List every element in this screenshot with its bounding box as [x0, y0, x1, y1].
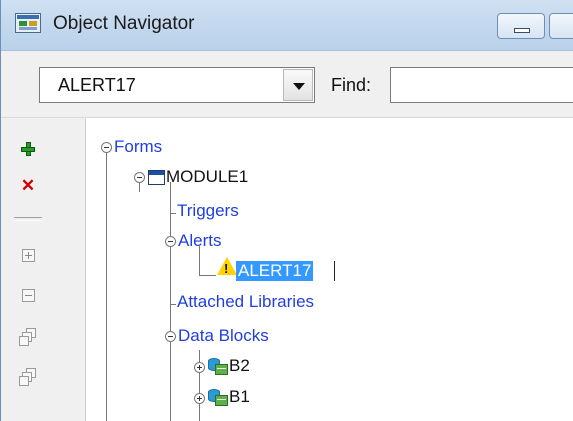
delete-button[interactable]: ✕	[15, 172, 41, 198]
collapse-toggle-icon[interactable]	[165, 236, 176, 247]
tree-node-alert17[interactable]: ALERT17	[236, 261, 314, 281]
collapse-button[interactable]	[15, 282, 41, 308]
collapse-all-icon	[19, 368, 37, 386]
maximize-button[interactable]	[549, 13, 573, 39]
tree-node-module1[interactable]: MODULE1	[166, 167, 248, 187]
collapse-toggle-icon[interactable]	[101, 142, 112, 153]
plus-icon	[21, 142, 35, 156]
tree-node-attached-libraries[interactable]: Attached Libraries	[177, 292, 314, 312]
object-navigator-app-icon	[15, 13, 41, 33]
expand-button[interactable]	[15, 242, 41, 268]
minimize-icon	[514, 28, 530, 33]
combo-dropdown-button[interactable]	[283, 69, 313, 101]
collapse-all-button[interactable]	[15, 364, 41, 390]
navigator-toolbar: ALERT17 Find:	[1, 51, 573, 118]
title-bar[interactable]: Object Navigator	[1, 0, 573, 51]
tree-node-alerts[interactable]: Alerts	[178, 231, 221, 251]
object-tree[interactable]: Forms MODULE1 Triggers Alerts ! ALERT17 …	[86, 118, 573, 421]
expand-all-icon	[19, 328, 37, 346]
collapse-toggle-icon[interactable]	[165, 331, 176, 342]
tree-connector	[199, 350, 200, 421]
tree-connector	[170, 304, 176, 305]
tree-connector	[199, 275, 216, 276]
text-caret	[334, 261, 335, 281]
navigator-button-bar: ✕	[1, 118, 86, 421]
dropdown-arrow-icon	[293, 83, 305, 90]
tree-connector	[170, 182, 171, 421]
object-navigator-window: Object Navigator ALERT17 Find: ✕ Forms M…	[0, 0, 573, 421]
data-block-icon	[208, 389, 228, 407]
object-combo-value: ALERT17	[58, 75, 136, 95]
expand-toggle-icon[interactable]	[194, 393, 205, 404]
minimize-button[interactable]	[497, 13, 545, 39]
tree-node-forms[interactable]: Forms	[114, 137, 162, 157]
form-module-icon	[148, 170, 165, 185]
collapse-toggle-icon[interactable]	[134, 172, 145, 183]
collapse-icon	[21, 288, 35, 302]
object-combo-box[interactable]: ALERT17	[39, 67, 315, 103]
tree-node-b1[interactable]: B1	[229, 387, 250, 407]
expand-icon	[21, 248, 35, 262]
tree-connector	[170, 213, 176, 214]
tree-node-b2[interactable]: B2	[229, 356, 250, 376]
window-title: Object Navigator	[53, 13, 195, 34]
tree-node-data-blocks[interactable]: Data Blocks	[178, 326, 269, 346]
find-label: Find:	[331, 75, 372, 95]
toolbar-separator	[14, 217, 42, 221]
data-block-icon	[208, 358, 228, 376]
create-button[interactable]	[15, 136, 41, 162]
tree-connector	[139, 182, 140, 192]
tree-connector	[106, 152, 107, 421]
expand-toggle-icon[interactable]	[194, 362, 205, 373]
expand-all-button[interactable]	[15, 324, 41, 350]
find-input[interactable]	[390, 67, 573, 103]
delete-x-icon: ✕	[20, 175, 36, 195]
warning-exclamation: !	[224, 261, 229, 276]
tree-node-triggers[interactable]: Triggers	[177, 201, 239, 221]
